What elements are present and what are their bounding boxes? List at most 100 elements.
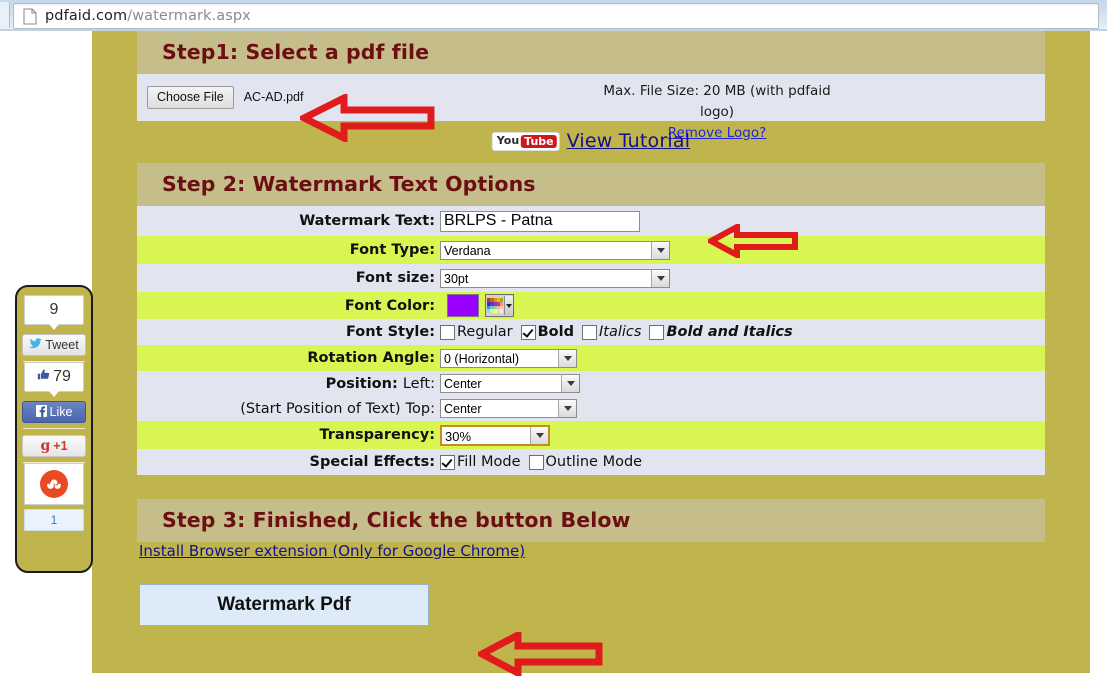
checkbox-bold[interactable] — [520, 324, 536, 340]
selected-file-name: AC-AD.pdf — [243, 90, 304, 104]
font-color-label: Font Color: — [344, 297, 435, 314]
row-font-style: Font Style: Regular Bold Italics Bold and I… — [137, 319, 1045, 345]
tutorial-row: You Tube View Tutorial — [137, 121, 1045, 163]
google-plus-one-label: +1 — [53, 439, 68, 453]
checkbox-fill-mode[interactable] — [440, 454, 455, 470]
font-type-value: Verdana — [444, 243, 491, 258]
chevron-down-icon[interactable] — [561, 375, 579, 392]
rotation-angle-select[interactable]: 0 (Horizontal) — [440, 348, 577, 368]
transparency-select[interactable]: 30% — [440, 424, 550, 446]
position-left-control: Center — [440, 374, 580, 393]
like-count-value: 79 — [53, 368, 71, 385]
address-bar[interactable]: pdfaid.com/watermark.aspx — [13, 3, 1099, 29]
label-bold-and-italics: Bold and Italics — [666, 324, 793, 340]
row-special-effects: Special Effects: Fill Mode Outline Mode — [137, 449, 1045, 475]
file-input[interactable]: Choose File AC-AD.pdf — [147, 86, 303, 109]
row-font-type: Font Type: Verdana — [137, 236, 1045, 264]
chevron-down-icon[interactable] — [558, 400, 576, 417]
install-extension-link[interactable]: Install Browser extension (Only for Goog… — [137, 528, 525, 560]
view-tutorial-link[interactable]: View Tutorial — [567, 130, 691, 152]
position-top-label: (Start Position of Text) Top: — [137, 401, 440, 417]
youtube-tube-text: Tube — [521, 134, 557, 148]
step3-spacer — [137, 475, 1045, 499]
chevron-down-icon[interactable] — [651, 269, 669, 287]
url-path: /watermark.aspx — [127, 8, 251, 24]
step2-header: Step 2: Watermark Text Options — [137, 163, 1045, 206]
font-size-value: 30pt — [444, 271, 469, 286]
chevron-down-icon[interactable] — [651, 241, 669, 259]
position-label-strong: Position: — [325, 375, 398, 392]
font-color-control — [440, 294, 514, 317]
font-style-label: Font Style: — [345, 324, 435, 340]
tutorial-link-wrap[interactable]: You Tube View Tutorial — [491, 130, 691, 152]
google-plus-one-button[interactable]: g +1 — [22, 435, 86, 457]
label-italics: Italics — [599, 324, 642, 340]
choose-file-button[interactable]: Choose File — [147, 86, 234, 109]
font-type-select[interactable]: Verdana — [440, 240, 670, 260]
font-type-label: Font Type: — [349, 242, 435, 258]
youtube-icon: You Tube — [491, 131, 560, 151]
position-top-control: Center — [440, 399, 577, 418]
color-picker-chevron-icon[interactable] — [504, 296, 513, 315]
google-g-icon: g — [40, 438, 51, 454]
position-left-label: Position: Left: — [137, 376, 440, 392]
row-transparency: Transparency: 30% — [137, 421, 1045, 449]
stumbleupon-button[interactable] — [24, 463, 84, 505]
label-fill-mode: Fill Mode — [457, 454, 521, 470]
transparency-label: Transparency: — [319, 427, 435, 443]
tweet-button[interactable]: Tweet — [22, 334, 86, 356]
url-text: pdfaid.com/watermark.aspx — [45, 8, 251, 24]
special-effects-group: Fill Mode Outline Mode — [440, 454, 650, 470]
watermark-text-input[interactable] — [440, 210, 640, 232]
tab-strip-edge[interactable] — [0, 2, 10, 28]
rotation-angle-value: 0 (Horizontal) — [444, 351, 520, 366]
row-font-color: Font Color: — [137, 292, 1045, 319]
stumbleupon-icon — [40, 470, 68, 498]
checkbox-outline-mode[interactable] — [528, 454, 544, 470]
watermark-text-label: Watermark Text: — [299, 213, 435, 229]
step1-header: Step1: Select a pdf file — [137, 31, 1045, 74]
font-size-select[interactable]: 30pt — [440, 268, 670, 288]
page-content: Step1: Select a pdf file Choose File AC-… — [137, 31, 1045, 626]
position-top-select[interactable]: Center — [440, 399, 577, 418]
like-button-label: Like — [49, 405, 73, 419]
rotation-angle-control: 0 (Horizontal) — [440, 348, 577, 368]
color-grid-icon — [487, 298, 504, 313]
facebook-like-button[interactable]: Like — [22, 401, 86, 423]
checkbox-bold-and-italics[interactable] — [649, 324, 665, 340]
tweet-button-label: Tweet — [45, 338, 79, 352]
row-font-size: Font size: 30pt — [137, 264, 1045, 292]
thumbs-up-icon — [37, 368, 50, 386]
label-outline-mode: Outline Mode — [545, 454, 643, 470]
chevron-down-icon[interactable] — [530, 426, 548, 444]
label-bold: Bold — [537, 324, 574, 340]
label-regular: Regular — [457, 324, 513, 340]
checkbox-italics[interactable] — [582, 324, 597, 340]
stumbleupon-count: 1 — [24, 509, 84, 531]
step1-body: Choose File AC-AD.pdf Max. File Size: 20… — [137, 74, 1045, 141]
position-sub-label: (Start Position of Text) — [240, 400, 401, 417]
watermark-pdf-button[interactable]: Watermark Pdf — [139, 584, 429, 626]
font-style-group: Regular Bold Italics Bold and Italics — [440, 324, 801, 340]
left-label: Left: — [402, 375, 435, 392]
chevron-down-icon[interactable] — [558, 349, 576, 367]
page-body: Step1: Select a pdf file Choose File AC-… — [92, 31, 1090, 673]
color-picker-button[interactable] — [485, 294, 514, 317]
transparency-control: 30% — [440, 424, 550, 446]
row-watermark-text: Watermark Text: — [137, 206, 1045, 236]
row-position-top: (Start Position of Text) Top: Center — [137, 396, 1045, 421]
row-rotation-angle: Rotation Angle: 0 (Horizontal) — [137, 345, 1045, 371]
checkbox-regular[interactable] — [440, 324, 455, 340]
font-color-swatch[interactable] — [447, 294, 479, 317]
tweet-count-bubble: 9 — [24, 295, 84, 330]
rotation-angle-label: Rotation Angle: — [307, 350, 435, 366]
google-plus-block: g +1 — [17, 429, 91, 463]
browser-chrome: pdfaid.com/watermark.aspx — [0, 0, 1107, 31]
page-right-margin — [1090, 31, 1107, 673]
top-label: Top: — [405, 400, 435, 417]
like-count-bubble: 79 — [24, 362, 84, 397]
position-left-select[interactable]: Center — [440, 374, 580, 393]
row-position-left: Position: Left: Center — [137, 371, 1045, 396]
font-size-control: 30pt — [440, 268, 670, 288]
page-icon — [23, 7, 37, 25]
